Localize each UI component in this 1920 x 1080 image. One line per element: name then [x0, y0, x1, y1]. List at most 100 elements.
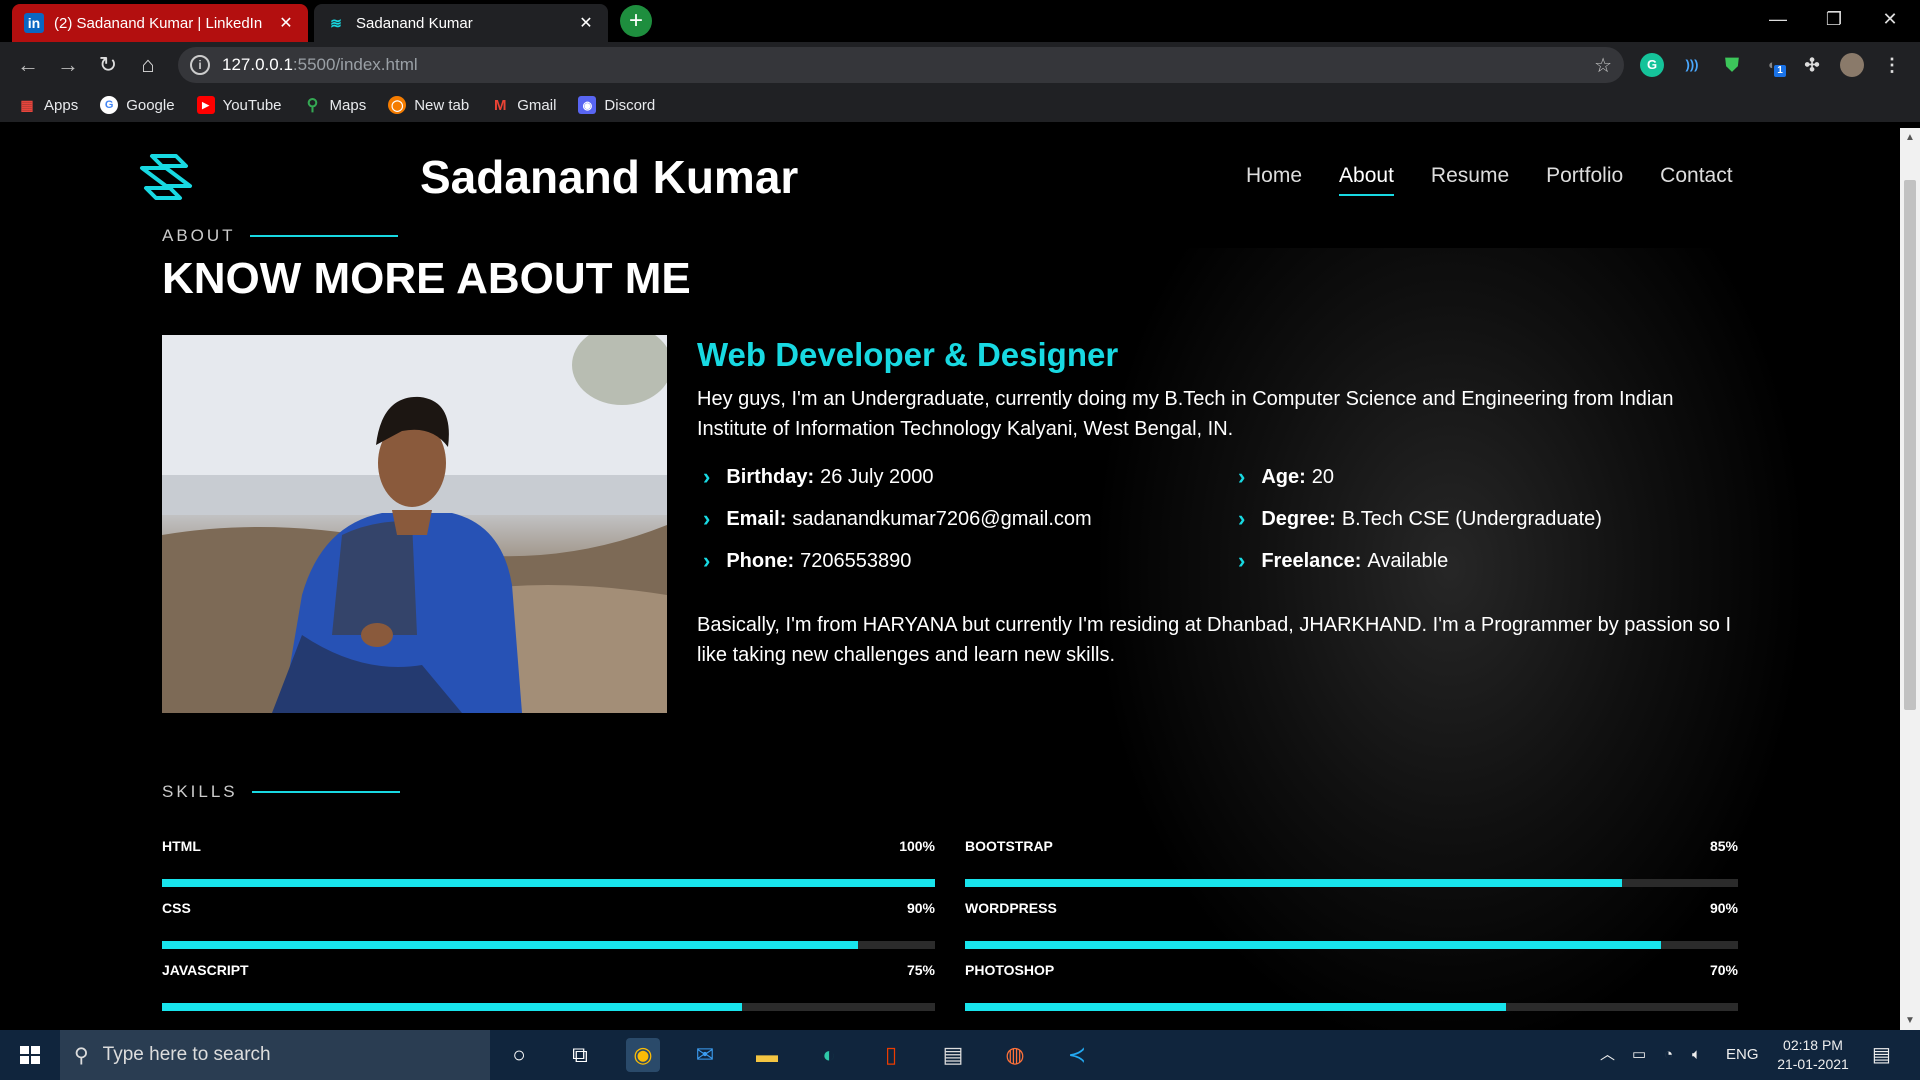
extension-icon[interactable]: ◐ 1 — [1760, 53, 1786, 77]
new-tab-button[interactable]: + — [620, 5, 652, 37]
puzzle-icon[interactable]: ✣ — [1800, 53, 1824, 77]
task-view-icon[interactable]: ⧉ — [563, 1038, 597, 1072]
scroll-thumb[interactable] — [1904, 180, 1916, 710]
skill-percent: 70% — [1709, 962, 1738, 978]
skill-javascript: JAVASCRIPT 75% — [162, 962, 935, 1011]
site-logo-icon: ≋ — [330, 14, 342, 31]
gmail-icon: M — [494, 96, 507, 114]
reload-icon[interactable]: ↻ — [92, 49, 124, 81]
fact-value: 20 — [1311, 465, 1335, 488]
site-info-icon[interactable]: i — [190, 55, 210, 75]
skill-fill — [965, 1003, 1507, 1011]
scroll-down-icon[interactable]: ▼ — [1900, 1015, 1920, 1026]
taskbar-search[interactable]: ⚲ Type here to search — [60, 1030, 490, 1080]
mail-icon[interactable]: ✉ — [688, 1038, 722, 1072]
menu-icon[interactable]: ⋮ — [1880, 53, 1904, 77]
bookmark-youtube[interactable]: ▶ YouTube — [196, 96, 282, 114]
address-bar[interactable]: i 127.0.0.1:5500/index.html ☆ — [178, 47, 1624, 83]
profile-photo — [162, 335, 667, 713]
restore-icon[interactable]: ❐ — [1806, 0, 1862, 40]
store-icon[interactable]: ▤ — [936, 1038, 970, 1072]
bookmark-apps[interactable]: ▦ Apps — [18, 96, 78, 114]
volume-icon[interactable]: 🔈︎ — [1692, 1030, 1701, 1080]
bookmark-new-tab[interactable]: ◯ New tab — [388, 96, 469, 114]
skill-name: JAVASCRIPT — [162, 962, 249, 978]
fact-value: B.Tech CSE (Undergraduate) — [1341, 507, 1602, 530]
notifications-icon[interactable]: ▤ — [1872, 1030, 1891, 1080]
bookmark-label: Apps — [44, 96, 79, 114]
office-icon[interactable]: ▯ — [874, 1038, 908, 1072]
nav-resume[interactable]: Resume — [1431, 164, 1509, 188]
skills-section-label: SKILLS — [162, 782, 400, 802]
chevron-right-icon: › — [703, 464, 711, 489]
chevron-right-icon: › — [703, 506, 711, 531]
main-nav: Home About Resume Portfolio Contact — [1246, 164, 1770, 196]
home-icon[interactable]: ⌂ — [132, 49, 164, 81]
fact-phone: › Phone: 7206553890 — [697, 548, 911, 574]
fact-value: Available — [1367, 549, 1449, 572]
bookmark-star-icon[interactable]: ☆ — [1594, 53, 1612, 78]
close-tab-icon[interactable]: ✕ — [576, 13, 596, 33]
vscode-icon[interactable]: ≺ — [1060, 1038, 1094, 1072]
skills-label-text: SKILLS — [162, 782, 238, 801]
nav-contact[interactable]: Contact — [1660, 164, 1732, 188]
tab-linkedin[interactable]: in (2) Sadanand Kumar | LinkedIn ✕ — [12, 4, 308, 42]
language-indicator[interactable]: ENG — [1726, 1030, 1759, 1080]
about-section-label: ABOUT — [162, 226, 398, 246]
wifi-icon[interactable]: ◔ — [1664, 1030, 1673, 1080]
skill-track — [162, 879, 935, 887]
close-tab-icon[interactable]: ✕ — [276, 13, 296, 33]
clock-date: 21-01-2021 — [1777, 1056, 1849, 1072]
nav-about[interactable]: About — [1339, 164, 1394, 196]
skill-name: HTML — [162, 838, 201, 854]
url-host: 127.0.0.1 — [222, 55, 293, 74]
tray-chevron-icon[interactable]: ︿ — [1600, 1030, 1615, 1080]
fact-key: Freelance: — [1261, 549, 1362, 572]
scroll-up-icon[interactable]: ▲ — [1900, 132, 1920, 143]
skill-percent: 100% — [899, 838, 935, 854]
close-window-icon[interactable]: ✕ — [1862, 0, 1918, 40]
chevron-right-icon: › — [703, 548, 711, 573]
page-scrollbar[interactable]: ▲ ▼ — [1900, 128, 1920, 1030]
fact-freelance: › Freelance: Available — [1232, 548, 1448, 574]
avatar[interactable] — [1840, 53, 1864, 77]
skill-track — [162, 1003, 935, 1011]
nav-portfolio[interactable]: Portfolio — [1546, 164, 1623, 188]
battery-icon[interactable]: ▭ — [1632, 1030, 1646, 1080]
read-aloud-icon[interactable]: ))) — [1680, 53, 1704, 77]
url-path: :5500/index.html — [292, 55, 418, 74]
forward-icon[interactable]: → — [52, 49, 84, 81]
skill-track — [965, 879, 1738, 887]
shield-icon[interactable]: ⛊ — [1720, 53, 1744, 77]
windows-start-icon[interactable] — [0, 1030, 60, 1080]
cortana-icon[interactable]: ○ — [502, 1038, 536, 1072]
apps-grid-icon: ▦ — [20, 96, 34, 113]
tab-portfolio[interactable]: ≋ Sadanand Kumar ✕ — [314, 4, 608, 42]
back-icon[interactable]: ← — [12, 49, 44, 81]
tab-title: Sadanand Kumar — [356, 14, 473, 32]
firefox-icon[interactable]: ◍ — [998, 1038, 1032, 1072]
fact-key: Age: — [1261, 465, 1306, 488]
fact-key: Birthday: — [726, 465, 815, 488]
skill-bootstrap: BOOTSTRAP 85% — [965, 838, 1738, 887]
edge-icon[interactable]: ◐ — [812, 1038, 846, 1072]
tab-title: (2) Sadanand Kumar | LinkedIn — [54, 14, 263, 32]
file-explorer-icon[interactable]: ▬ — [750, 1038, 784, 1072]
maps-pin-icon: ⚲ — [306, 97, 319, 114]
tab-bar: in (2) Sadanand Kumar | LinkedIn ✕ ≋ Sad… — [0, 0, 1920, 42]
bookmark-discord[interactable]: ◉ Discord — [578, 96, 655, 114]
bookmark-google[interactable]: G Google — [100, 96, 175, 114]
nav-home[interactable]: Home — [1246, 164, 1302, 188]
linkedin-icon: in — [24, 13, 44, 33]
bookmark-gmail[interactable]: M Gmail — [491, 96, 556, 114]
intro-text: Hey guys, I'm an Undergraduate, currentl… — [697, 388, 1674, 440]
site-logo-icon[interactable] — [138, 152, 194, 200]
minimize-icon[interactable]: — — [1750, 0, 1806, 40]
fact-birthday: › Birthday: 26 July 2000 — [697, 464, 934, 490]
bookmark-maps[interactable]: ⚲ Maps — [304, 96, 367, 115]
grammarly-icon[interactable]: G — [1640, 53, 1664, 77]
chrome-icon[interactable]: ◉ — [626, 1038, 660, 1072]
page-title: KNOW MORE ABOUT ME — [162, 254, 691, 303]
clock[interactable]: 02:18 PM 21-01-2021 — [1768, 1036, 1858, 1074]
brand-name[interactable]: Sadanand Kumar — [420, 150, 798, 204]
